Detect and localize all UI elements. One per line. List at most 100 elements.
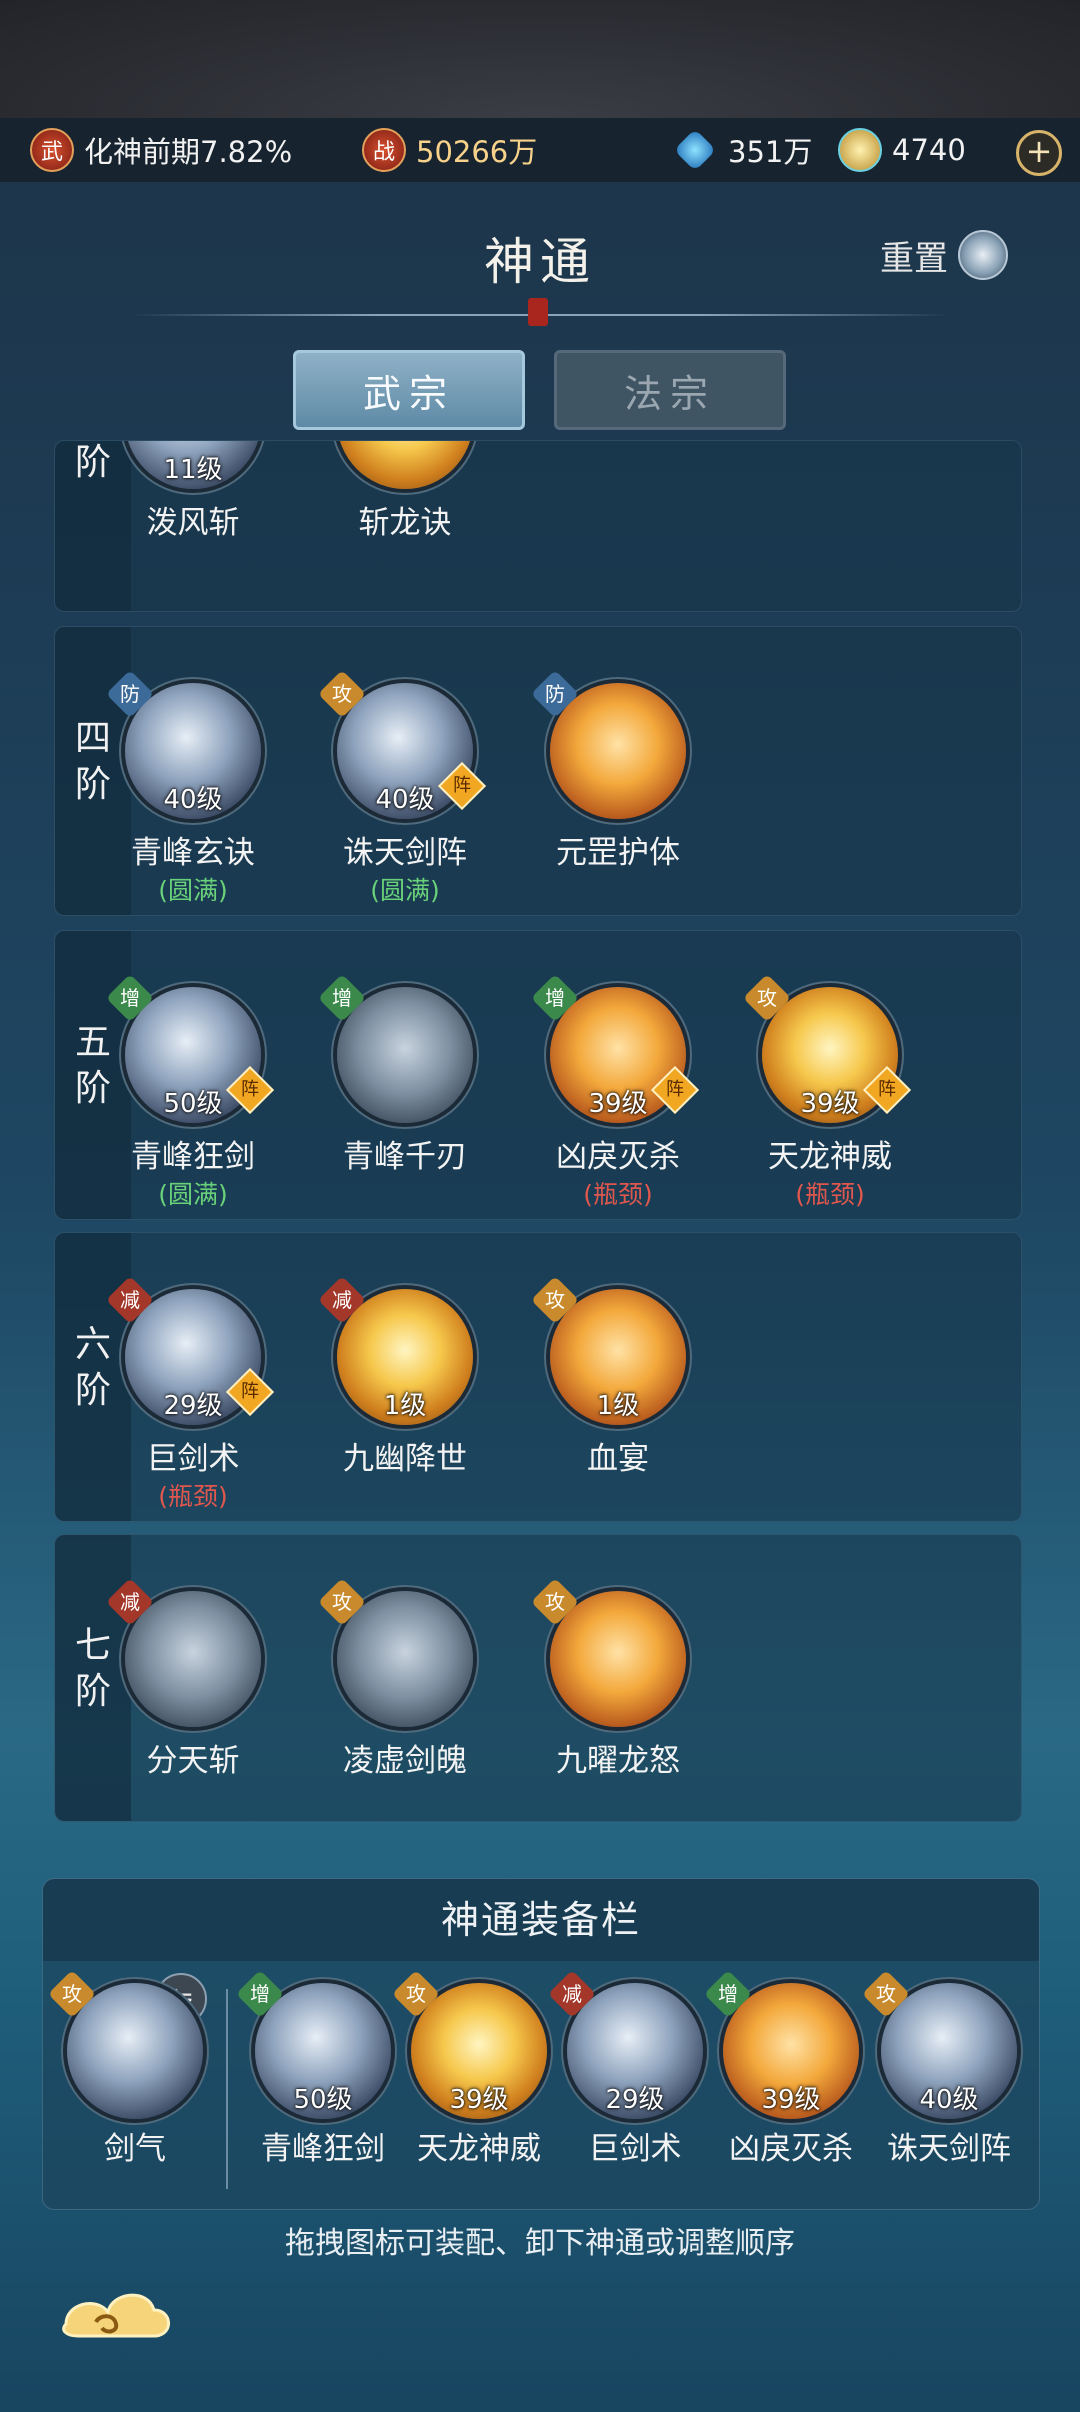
top-decorative-strip: [0, 0, 1080, 118]
skill-name: 元罡护体: [556, 835, 680, 871]
reset-icon: [958, 230, 1008, 280]
skill-level: 29级: [605, 2085, 665, 2115]
skill-level: 40级: [919, 2085, 979, 2115]
skill-type-text: 攻: [545, 1590, 565, 1614]
skill-name: 诛天剑阵: [343, 835, 467, 871]
skill-name: 青峰千刃: [343, 1139, 467, 1175]
skill-level: 39级: [449, 2085, 509, 2115]
jade-counter: 4740: [838, 128, 966, 172]
skill-name: 斩龙诀: [358, 505, 452, 541]
skill-type-text: 增: [120, 986, 140, 1010]
skill-type-text: 增: [332, 986, 352, 1010]
equipment-panel: 神通装备栏 ⇋ 攻剑气增 50级 青峰狂剑攻 39级 天龙神威减 29级 巨剑术增 39级 凶戾…: [42, 1878, 1040, 2210]
cloud-menu-icon[interactable]: [56, 2274, 176, 2350]
skill-type-badge: 攻: [530, 1275, 580, 1325]
skill-type-badge: 攻: [391, 1969, 441, 2019]
resource-bar: 武 化神前期7.82% 战 50266万 351万 4740 +: [0, 118, 1080, 182]
tier-label-char: 七: [74, 1625, 111, 1666]
skill-type-text: 攻: [406, 1982, 426, 2006]
skill-type-badge: 增: [703, 1969, 753, 2019]
drag-hint: 拖拽图标可装配、卸下神通或调整顺序: [285, 2226, 795, 2261]
skill-type-text: 攻: [545, 1288, 565, 1312]
spirit-stone-counter: 351万: [673, 128, 813, 172]
skill-level: 39级: [761, 2085, 821, 2115]
skill-type-badge: 攻: [317, 669, 367, 719]
skill-type-badge: 增: [317, 973, 367, 1023]
tab-fazong[interactable]: 法宗: [554, 350, 786, 430]
skill-type-badge: 减: [105, 1577, 155, 1627]
skill-type-text: 减: [120, 1288, 140, 1312]
power-icon-glyph: 战: [372, 140, 395, 165]
skill-orb-icon: [337, 441, 473, 489]
spirit-stone-icon: [673, 128, 717, 172]
tier-4: 七阶 减分天斩 攻凌虚剑魄 攻九曜龙怒: [54, 1534, 1022, 1822]
tier-0: 阶 11级泼风斩 斩龙诀: [54, 440, 1022, 612]
add-currency-button[interactable]: +: [1016, 130, 1062, 176]
skill-level: 1级: [596, 1391, 640, 1421]
skill-type-badge: 增: [530, 973, 580, 1023]
jade-value: 4740: [892, 133, 966, 167]
tier-label-char: 阶: [74, 1370, 111, 1411]
tab-wuzong[interactable]: 武宗: [293, 350, 525, 430]
skill-name: 巨剑术: [146, 1441, 240, 1477]
skill-type-text: 减: [120, 1590, 140, 1614]
seal-icon: [528, 298, 548, 326]
skill-level: 1级: [383, 1391, 427, 1421]
skill-status: (圆满): [370, 876, 440, 905]
skill-type-text: 攻: [876, 1982, 896, 2006]
skill-type-badge: 攻: [47, 1969, 97, 2019]
skill-type-text: 增: [545, 986, 565, 1010]
tier-3: 六阶减 29级阵巨剑术 (瓶颈) 减 1级 九幽降世攻 1级 血宴: [54, 1232, 1022, 1522]
tier-label-char: 阶: [74, 442, 111, 483]
skill-type-badge: 减: [547, 1969, 597, 2019]
skill-name: 九曜龙怒: [556, 1743, 680, 1779]
skill-level: 11级: [163, 455, 223, 485]
formation-text: 阵: [241, 1381, 259, 1402]
skill-name: 凌虚剑魄: [343, 1743, 467, 1779]
skill-type-badge: 防: [105, 669, 155, 719]
tier-label-char: 五: [74, 1022, 111, 1063]
skill-type-text: 攻: [332, 682, 352, 706]
skill-type-text: 增: [250, 1982, 270, 2006]
spirit-stone-value: 351万: [728, 135, 813, 169]
tier-label-char: 阶: [74, 1671, 111, 1712]
skill-type-badge: 攻: [861, 1969, 911, 2019]
combat-power: 战 50266万: [362, 128, 537, 172]
combat-power-value: 50266万: [416, 135, 538, 169]
skill-status: (圆满): [158, 1180, 228, 1209]
skill-name: 泼风斩: [146, 505, 240, 541]
formation-text: 阵: [878, 1079, 896, 1100]
skill-name: 青峰狂剑: [131, 1139, 255, 1175]
skill-name: 天龙神威: [768, 1139, 892, 1175]
skill-name: 青峰玄诀: [131, 835, 255, 871]
tier-label-char: 六: [74, 1324, 111, 1365]
formation-text: 阵: [453, 775, 471, 796]
realm-text: 化神前期7.82%: [84, 135, 293, 169]
skill-type-text: 防: [120, 682, 140, 706]
skill-type-badge: 攻: [317, 1577, 367, 1627]
skill-type-badge: 防: [530, 669, 580, 719]
skill-type-badge: 减: [317, 1275, 367, 1325]
realm-icon: 武: [30, 128, 74, 172]
realm-icon-glyph: 武: [40, 140, 63, 165]
reset-button[interactable]: 重置: [880, 230, 1008, 280]
skill-name: 凶戾灭杀: [556, 1139, 680, 1175]
realm-progress: 武 化神前期7.82%: [30, 128, 292, 172]
formation-text: 阵: [666, 1079, 684, 1100]
skill-status: (圆满): [158, 876, 228, 905]
skill-type-badge: 攻: [530, 1577, 580, 1627]
skill-name: 剑气: [104, 2131, 166, 2167]
skill-status: (瓶颈): [583, 1180, 653, 1209]
skill-name: 分天斩: [146, 1743, 240, 1779]
skill-type-text: 减: [562, 1982, 582, 2006]
tier-1: 四阶防 40级 青峰玄诀 (圆满) 攻 40级阵诛天剑阵 (圆满) 防元罡护体: [54, 626, 1022, 916]
skill-type-badge: 增: [105, 973, 155, 1023]
skill-type-text: 增: [718, 1982, 738, 2006]
skill-type-text: 攻: [757, 986, 777, 1010]
combat-power-icon: 战: [362, 128, 406, 172]
jade-icon: [838, 128, 882, 172]
skill-name: 九幽降世: [343, 1441, 467, 1477]
skill-level: 40级: [163, 785, 223, 815]
tier-2: 五阶增 50级阵青峰狂剑 (圆满) 增青峰千刃增 39级阵凶戾灭杀 (瓶颈) 攻 39级阵天龙…: [54, 930, 1022, 1220]
skill-name: 血宴: [587, 1441, 649, 1477]
